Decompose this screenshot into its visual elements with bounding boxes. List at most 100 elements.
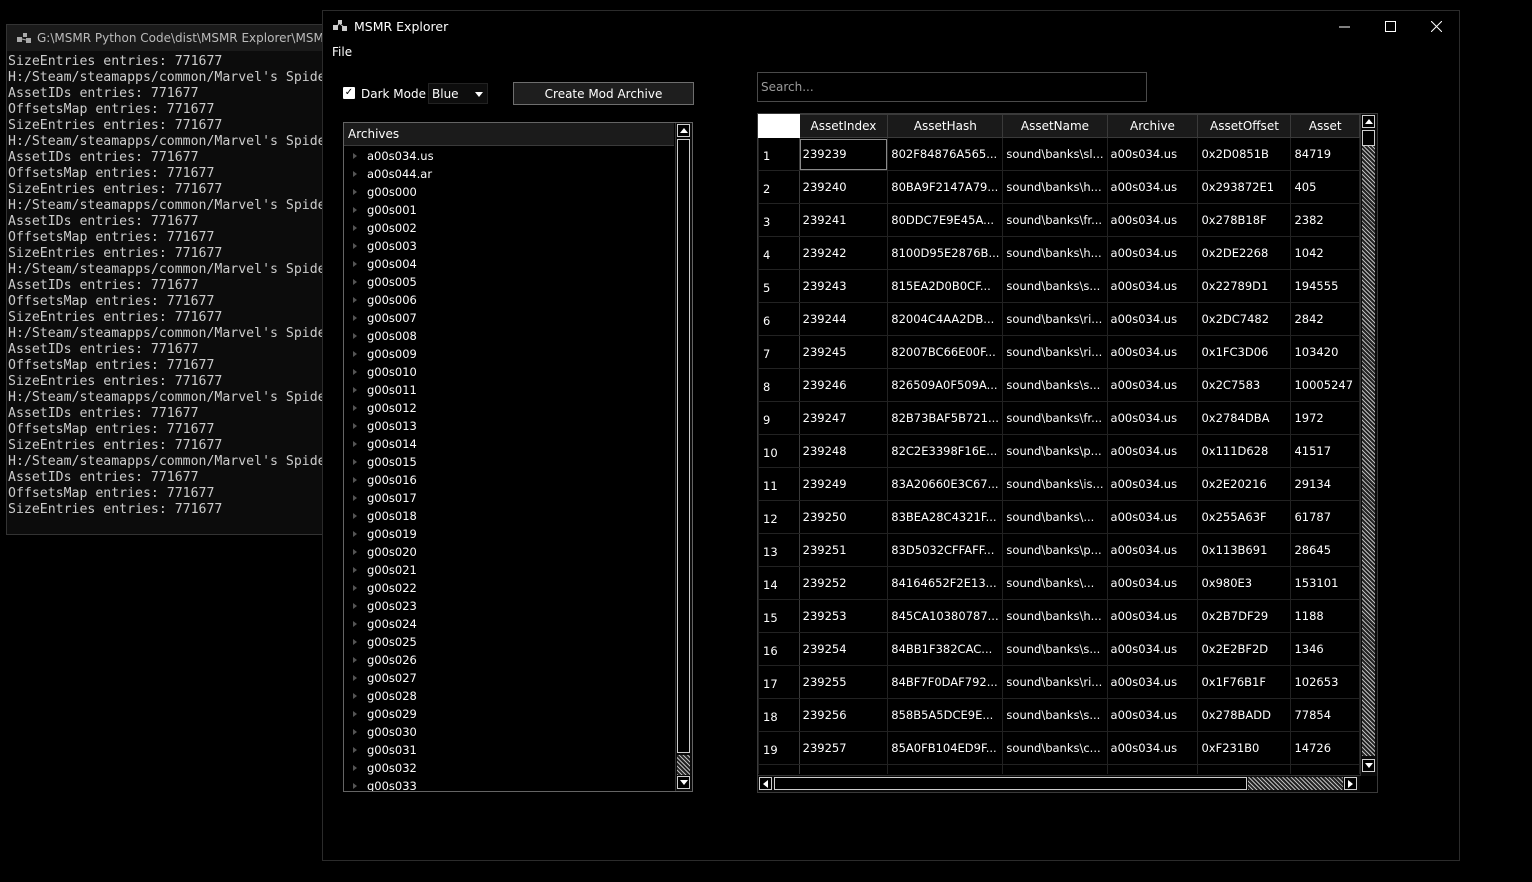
table-cell[interactable]: sound\banks\c...: [1002, 731, 1108, 765]
row-header[interactable]: 8: [758, 368, 800, 402]
table-cell[interactable]: sound\banks\sl...: [1002, 137, 1108, 171]
archive-item[interactable]: g00s006: [344, 291, 674, 309]
archive-item[interactable]: g00s028: [344, 687, 674, 705]
table-cell[interactable]: a00s034.us: [1106, 137, 1199, 171]
row-header[interactable]: 12: [758, 500, 800, 534]
table-cell[interactable]: a00s034.us: [1106, 170, 1199, 204]
expand-arrow-icon[interactable]: [353, 333, 357, 339]
expand-arrow-icon[interactable]: [353, 315, 357, 321]
archive-item[interactable]: g00s027: [344, 669, 674, 687]
table-cell[interactable]: 0x113B691: [1197, 533, 1292, 567]
table-scroll-down-button[interactable]: [1362, 759, 1375, 772]
expand-arrow-icon[interactable]: [353, 279, 357, 285]
expand-arrow-icon[interactable]: [353, 189, 357, 195]
table-row[interactable]: 2023925885FEAB908B116...sound\banks\e...…: [758, 764, 1360, 774]
table-cell[interactable]: 1346: [1290, 632, 1360, 666]
table-cell[interactable]: 85A0FB104ED9F...: [887, 731, 1004, 765]
table-cell[interactable]: 239243: [798, 269, 889, 303]
table-row[interactable]: 17 239255 84BF7F0DAF792... sound\banks\ri..…: [758, 665, 1360, 699]
table-cell[interactable]: 0x2DC7482: [1197, 302, 1292, 336]
expand-arrow-icon[interactable]: [353, 459, 357, 465]
archive-item[interactable]: g00s021: [344, 561, 674, 579]
table-cell[interactable]: a00s034.us: [1106, 467, 1199, 501]
search-input[interactable]: [757, 72, 1147, 102]
table-cell[interactable]: 0x2E2BF2D: [1197, 632, 1292, 666]
row-header[interactable]: 20: [758, 764, 800, 774]
archive-item[interactable]: a00s044.ar: [344, 165, 674, 183]
table-cell[interactable]: 239256: [798, 698, 889, 732]
row-header[interactable]: 9: [758, 401, 800, 435]
expand-arrow-icon[interactable]: [353, 261, 357, 267]
table-cell[interactable]: 84BF7F0DAF792...: [887, 665, 1004, 699]
table-cell[interactable]: 0x2B7DF29: [1197, 599, 1292, 633]
table-scroll-left-button[interactable]: [759, 777, 772, 790]
expand-arrow-icon[interactable]: [353, 225, 357, 231]
archive-item[interactable]: g00s008: [344, 327, 674, 345]
table-cell[interactable]: 0x980E3: [1197, 566, 1292, 600]
table-cell[interactable]: 82004C4AA2DB...: [887, 302, 1004, 336]
row-header[interactable]: 11: [758, 467, 800, 501]
row-header[interactable]: 18: [758, 698, 800, 732]
expand-arrow-icon[interactable]: [353, 567, 357, 573]
table-cell[interactable]: 1042: [1290, 236, 1360, 270]
table-cell[interactable]: a00s034.us: [1106, 401, 1199, 435]
theme-dropdown[interactable]: Blue: [428, 83, 488, 104]
table-row[interactable]: 2 239240 80BA9F2147A79... sound\banks\h... a…: [758, 170, 1360, 204]
scroll-down-button[interactable]: [677, 776, 690, 789]
table-row[interactable]: 8 239246 826509A0F509A... sound\banks\s... a…: [758, 368, 1360, 402]
expand-arrow-icon[interactable]: [353, 297, 357, 303]
table-cell[interactable]: 0x111D628: [1197, 434, 1292, 468]
expand-arrow-icon[interactable]: [353, 153, 357, 159]
expand-arrow-icon[interactable]: [353, 171, 357, 177]
maximize-button[interactable]: [1367, 11, 1413, 41]
archive-item[interactable]: g00s014: [344, 435, 674, 453]
table-cell[interactable]: 10005247: [1290, 368, 1360, 402]
expand-arrow-icon[interactable]: [353, 351, 357, 357]
table-cell[interactable]: a00s034.us: [1106, 632, 1199, 666]
table-cell[interactable]: 0x255A63F: [1197, 500, 1292, 534]
archive-item[interactable]: g00s020: [344, 543, 674, 561]
table-cell[interactable]: 83BEA28C4321F...: [887, 500, 1004, 534]
expand-arrow-icon[interactable]: [353, 549, 357, 555]
table-cell[interactable]: 239242: [798, 236, 889, 270]
archives-scroll-thumb[interactable]: [677, 139, 690, 753]
table-cell[interactable]: 815EA2D0B0CF...: [887, 269, 1004, 303]
row-header[interactable]: 13: [758, 533, 800, 567]
table-cell[interactable]: 83D5032CFFAFF...: [887, 533, 1004, 567]
table-cell[interactable]: sound\banks\s...: [1002, 368, 1108, 402]
table-cell[interactable]: 239241: [798, 203, 889, 237]
column-header[interactable]: AssetIndex: [798, 114, 889, 138]
table-cell[interactable]: 82B73BAF5B721...: [887, 401, 1004, 435]
table-row[interactable]: 6 239244 82004C4AA2DB... sound\banks\ri... a…: [758, 302, 1360, 336]
table-row[interactable]: 16 239254 84BB1F382CAC... sound\banks\s... a…: [758, 632, 1360, 666]
archive-item[interactable]: g00s022: [344, 579, 674, 597]
expand-arrow-icon[interactable]: [353, 603, 357, 609]
archive-item[interactable]: g00s001: [344, 201, 674, 219]
row-header[interactable]: 19: [758, 731, 800, 765]
table-cell[interactable]: sound\banks\s...: [1002, 269, 1108, 303]
table-cell[interactable]: 239258: [798, 764, 889, 774]
archive-item[interactable]: g00s011: [344, 381, 674, 399]
table-cell[interactable]: 194555: [1290, 269, 1360, 303]
table-cell[interactable]: sound\banks\fr...: [1002, 203, 1108, 237]
expand-arrow-icon[interactable]: [353, 675, 357, 681]
table-cell[interactable]: sound\banks\is...: [1002, 467, 1108, 501]
archive-item[interactable]: g00s026: [344, 651, 674, 669]
expand-arrow-icon[interactable]: [353, 207, 357, 213]
archive-item[interactable]: g00s012: [344, 399, 674, 417]
table-cell[interactable]: 239252: [798, 566, 889, 600]
archives-tree[interactable]: Archives a00s034.us a00s044.ar g00s000 g00s…: [343, 122, 693, 792]
table-cell[interactable]: 2382: [1290, 203, 1360, 237]
table-cell[interactable]: 83A20660E3C67...: [887, 467, 1004, 501]
table-cell[interactable]: 239248: [798, 434, 889, 468]
table-cell[interactable]: 405: [1290, 170, 1360, 204]
table-cell[interactable]: 0x293872E1: [1197, 170, 1292, 204]
row-header[interactable]: 3: [758, 203, 800, 237]
table-cell[interactable]: sound\banks\h...: [1002, 236, 1108, 270]
expand-arrow-icon[interactable]: [353, 513, 357, 519]
archive-item[interactable]: g00s010: [344, 363, 674, 381]
column-header[interactable]: Archive: [1106, 114, 1199, 138]
scroll-track[interactable]: [677, 755, 690, 775]
table-cell[interactable]: 845CA10380787...: [887, 599, 1004, 633]
row-header[interactable]: 14: [758, 566, 800, 600]
